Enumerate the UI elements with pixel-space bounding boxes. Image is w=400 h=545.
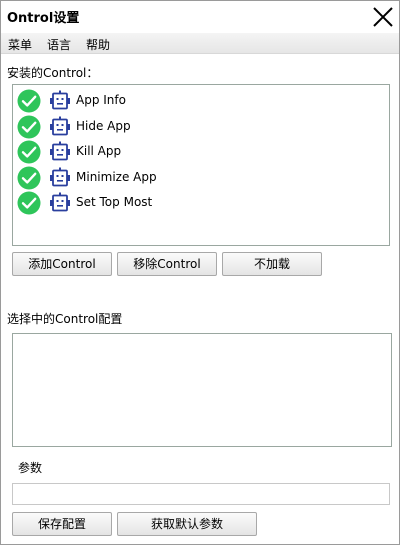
check-icon: [17, 115, 41, 138]
title-bar: Ontrol设置: [1, 1, 399, 33]
check-icon: [17, 166, 41, 189]
params-label: 参数: [18, 461, 43, 475]
unload-button[interactable]: 不加载: [222, 252, 322, 276]
menu-bar: 菜单 语言 帮助: [1, 33, 399, 54]
add-control-button[interactable]: 添加Control: [12, 252, 112, 276]
check-icon: [17, 191, 41, 215]
close-icon: [373, 7, 393, 27]
robot-icon: [50, 116, 70, 135]
check-icon: [17, 140, 41, 164]
params-input[interactable]: [12, 483, 390, 505]
selected-config-label: 选择中的Control配置: [7, 312, 123, 326]
list-item-label: Set Top Most: [76, 195, 153, 209]
robot-icon: [50, 192, 70, 212]
remove-control-button[interactable]: 移除Control: [117, 252, 217, 276]
list-item[interactable]: Set Top Most: [17, 191, 377, 215]
control-config-editor[interactable]: [12, 333, 392, 447]
save-config-button[interactable]: 保存配置: [12, 512, 112, 536]
window-title: Ontrol设置: [7, 11, 80, 26]
control-settings-window: Ontrol设置 菜单 语言 帮助 安装的Control： App Info Hi…: [0, 0, 400, 545]
robot-icon: [50, 167, 70, 186]
check-icon: [17, 89, 41, 113]
menu-item-language[interactable]: 语言: [47, 36, 71, 53]
robot-icon: [50, 90, 70, 110]
robot-icon: [50, 141, 70, 161]
list-item[interactable]: Hide App: [17, 115, 377, 139]
list-item-label: App Info: [76, 93, 126, 107]
menu-item-menu[interactable]: 菜单: [8, 36, 32, 53]
installed-controls-label: 安装的Control：: [7, 66, 99, 80]
list-item[interactable]: Kill App: [17, 140, 377, 164]
list-item[interactable]: App Info: [17, 89, 377, 113]
installed-controls-list[interactable]: App Info Hide App Kill App Minimize App Set …: [12, 84, 390, 246]
close-button[interactable]: [369, 3, 397, 31]
menu-item-help[interactable]: 帮助: [86, 36, 110, 53]
list-item-label: Minimize App: [76, 169, 157, 184]
get-default-params-button[interactable]: 获取默认参数: [117, 512, 257, 536]
list-item-label: Kill App: [76, 144, 122, 158]
list-item-label: Hide App: [76, 118, 131, 133]
list-item[interactable]: Minimize App: [17, 166, 377, 190]
